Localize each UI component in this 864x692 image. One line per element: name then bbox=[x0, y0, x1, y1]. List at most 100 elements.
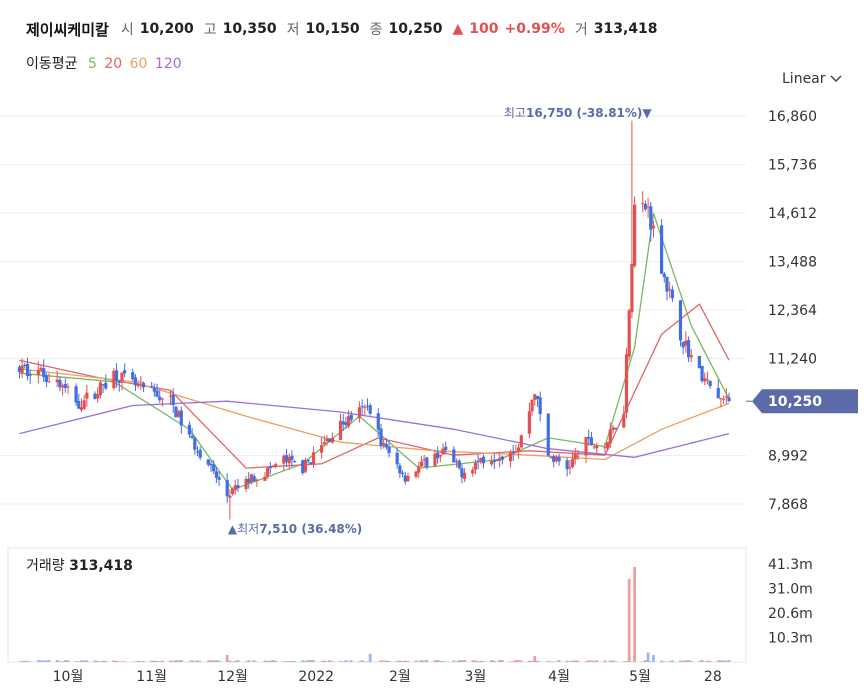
volume-bar bbox=[517, 660, 520, 662]
annotation-value: 16,750 (-38.81%) bbox=[526, 106, 642, 120]
volume-bar bbox=[668, 661, 672, 662]
candle-body bbox=[530, 399, 534, 412]
volume-bar bbox=[368, 653, 372, 662]
candle-body bbox=[473, 462, 478, 470]
volume-bar bbox=[101, 660, 105, 662]
candle-body bbox=[25, 364, 30, 377]
candle-body bbox=[716, 387, 720, 399]
volume-bar bbox=[498, 660, 502, 662]
volume-bar bbox=[706, 660, 709, 662]
volume-bar bbox=[492, 660, 496, 662]
volume-bar bbox=[482, 661, 485, 662]
volume-bar bbox=[708, 660, 712, 662]
candle-body bbox=[217, 477, 221, 480]
candle-body bbox=[290, 455, 294, 460]
volume-bar bbox=[155, 660, 159, 662]
volume-bar bbox=[193, 661, 197, 662]
volume-bar bbox=[649, 661, 653, 662]
candle-body bbox=[320, 445, 324, 453]
volume-bar bbox=[398, 660, 402, 662]
volume-bar bbox=[689, 661, 693, 662]
volume-bar bbox=[425, 660, 429, 662]
volume-bar bbox=[401, 661, 404, 662]
volume-bar bbox=[625, 660, 628, 662]
time-axis: 10월 11월 12월 2022 2월 3월 4월 5월 28 bbox=[53, 669, 722, 685]
candle-body bbox=[82, 400, 86, 409]
candlesticks bbox=[17, 120, 731, 520]
candle-body bbox=[395, 452, 399, 465]
volume-bar bbox=[565, 660, 569, 662]
volume-bar bbox=[608, 660, 612, 662]
volume-bar bbox=[670, 660, 674, 662]
candle-body bbox=[519, 435, 523, 448]
volume-bar bbox=[39, 660, 43, 662]
candle-body bbox=[705, 379, 710, 381]
volume-tick-label: 10.3m bbox=[768, 631, 813, 647]
volume-bar bbox=[301, 660, 305, 662]
volume-bar bbox=[174, 660, 178, 662]
candle-body bbox=[306, 459, 310, 462]
volume-bar bbox=[441, 661, 445, 662]
volume-bar bbox=[247, 660, 251, 662]
volume-bar bbox=[344, 660, 348, 662]
candle-body bbox=[614, 427, 618, 429]
volume-bar bbox=[592, 660, 596, 662]
candle-body bbox=[387, 447, 391, 454]
candle-body bbox=[187, 424, 192, 435]
volume-bar bbox=[282, 661, 286, 662]
candle-body bbox=[104, 382, 108, 389]
volume-bar bbox=[196, 660, 199, 662]
annotation-value: 7,510 (36.48%) bbox=[259, 522, 362, 536]
candle-body bbox=[150, 386, 154, 388]
chart-annotations: 최고16,750 (-38.81%)▼ ▲최저7,510 (36.48%) bbox=[228, 106, 653, 536]
volume-bar bbox=[360, 660, 364, 662]
volume-bar bbox=[576, 660, 580, 662]
candle-body bbox=[179, 410, 183, 426]
volume-bar bbox=[384, 660, 388, 662]
candle-body bbox=[139, 381, 143, 383]
candle-body bbox=[368, 405, 372, 414]
candle-body bbox=[463, 472, 467, 480]
candle-body bbox=[633, 204, 637, 267]
candle-body bbox=[514, 451, 518, 453]
volume-bar bbox=[395, 660, 399, 662]
volume-bar bbox=[58, 661, 62, 662]
volume-bar bbox=[290, 660, 294, 662]
volume-bar bbox=[66, 660, 70, 662]
price-tick-label: 16,860 bbox=[768, 109, 817, 125]
volume-bar bbox=[533, 656, 537, 662]
volume-bar bbox=[188, 661, 191, 662]
price-chart[interactable]: 16,860 15,736 14,612 13,488 12,364 11,240 8,99… bbox=[0, 0, 864, 692]
volume-bar bbox=[47, 660, 51, 662]
volume-bar bbox=[724, 660, 728, 662]
volume-bar bbox=[471, 660, 475, 662]
candle-body bbox=[193, 437, 197, 450]
volume-bar bbox=[646, 652, 650, 662]
volume-bar bbox=[420, 660, 423, 662]
volume-bar bbox=[406, 660, 410, 662]
volume-bar bbox=[250, 661, 253, 662]
candle-body bbox=[722, 398, 726, 400]
high-annotation: 최고16,750 (-38.81%)▼ bbox=[504, 106, 653, 120]
candle-body bbox=[557, 456, 561, 462]
candle-body bbox=[376, 413, 380, 430]
volume-bar bbox=[700, 660, 704, 662]
candle-body bbox=[171, 394, 175, 406]
volume-bar bbox=[217, 660, 221, 662]
volume-bar bbox=[271, 660, 275, 662]
volume-bar bbox=[190, 660, 194, 662]
candle-body bbox=[576, 455, 580, 457]
volume-bar bbox=[112, 660, 116, 662]
volume-bar bbox=[500, 660, 504, 662]
volume-bar bbox=[117, 661, 121, 662]
volume-bar bbox=[233, 661, 237, 662]
volume-bar bbox=[387, 660, 391, 662]
volume-bar bbox=[306, 660, 310, 662]
volume-tick-label: 41.3m bbox=[768, 557, 813, 573]
volume-bar bbox=[285, 661, 288, 662]
volume-bar bbox=[584, 661, 588, 662]
candle-body bbox=[678, 300, 683, 341]
price-tick-label: 12,364 bbox=[768, 303, 817, 319]
volume-bar bbox=[660, 660, 663, 662]
current-price-label: 10,250 bbox=[768, 394, 822, 410]
